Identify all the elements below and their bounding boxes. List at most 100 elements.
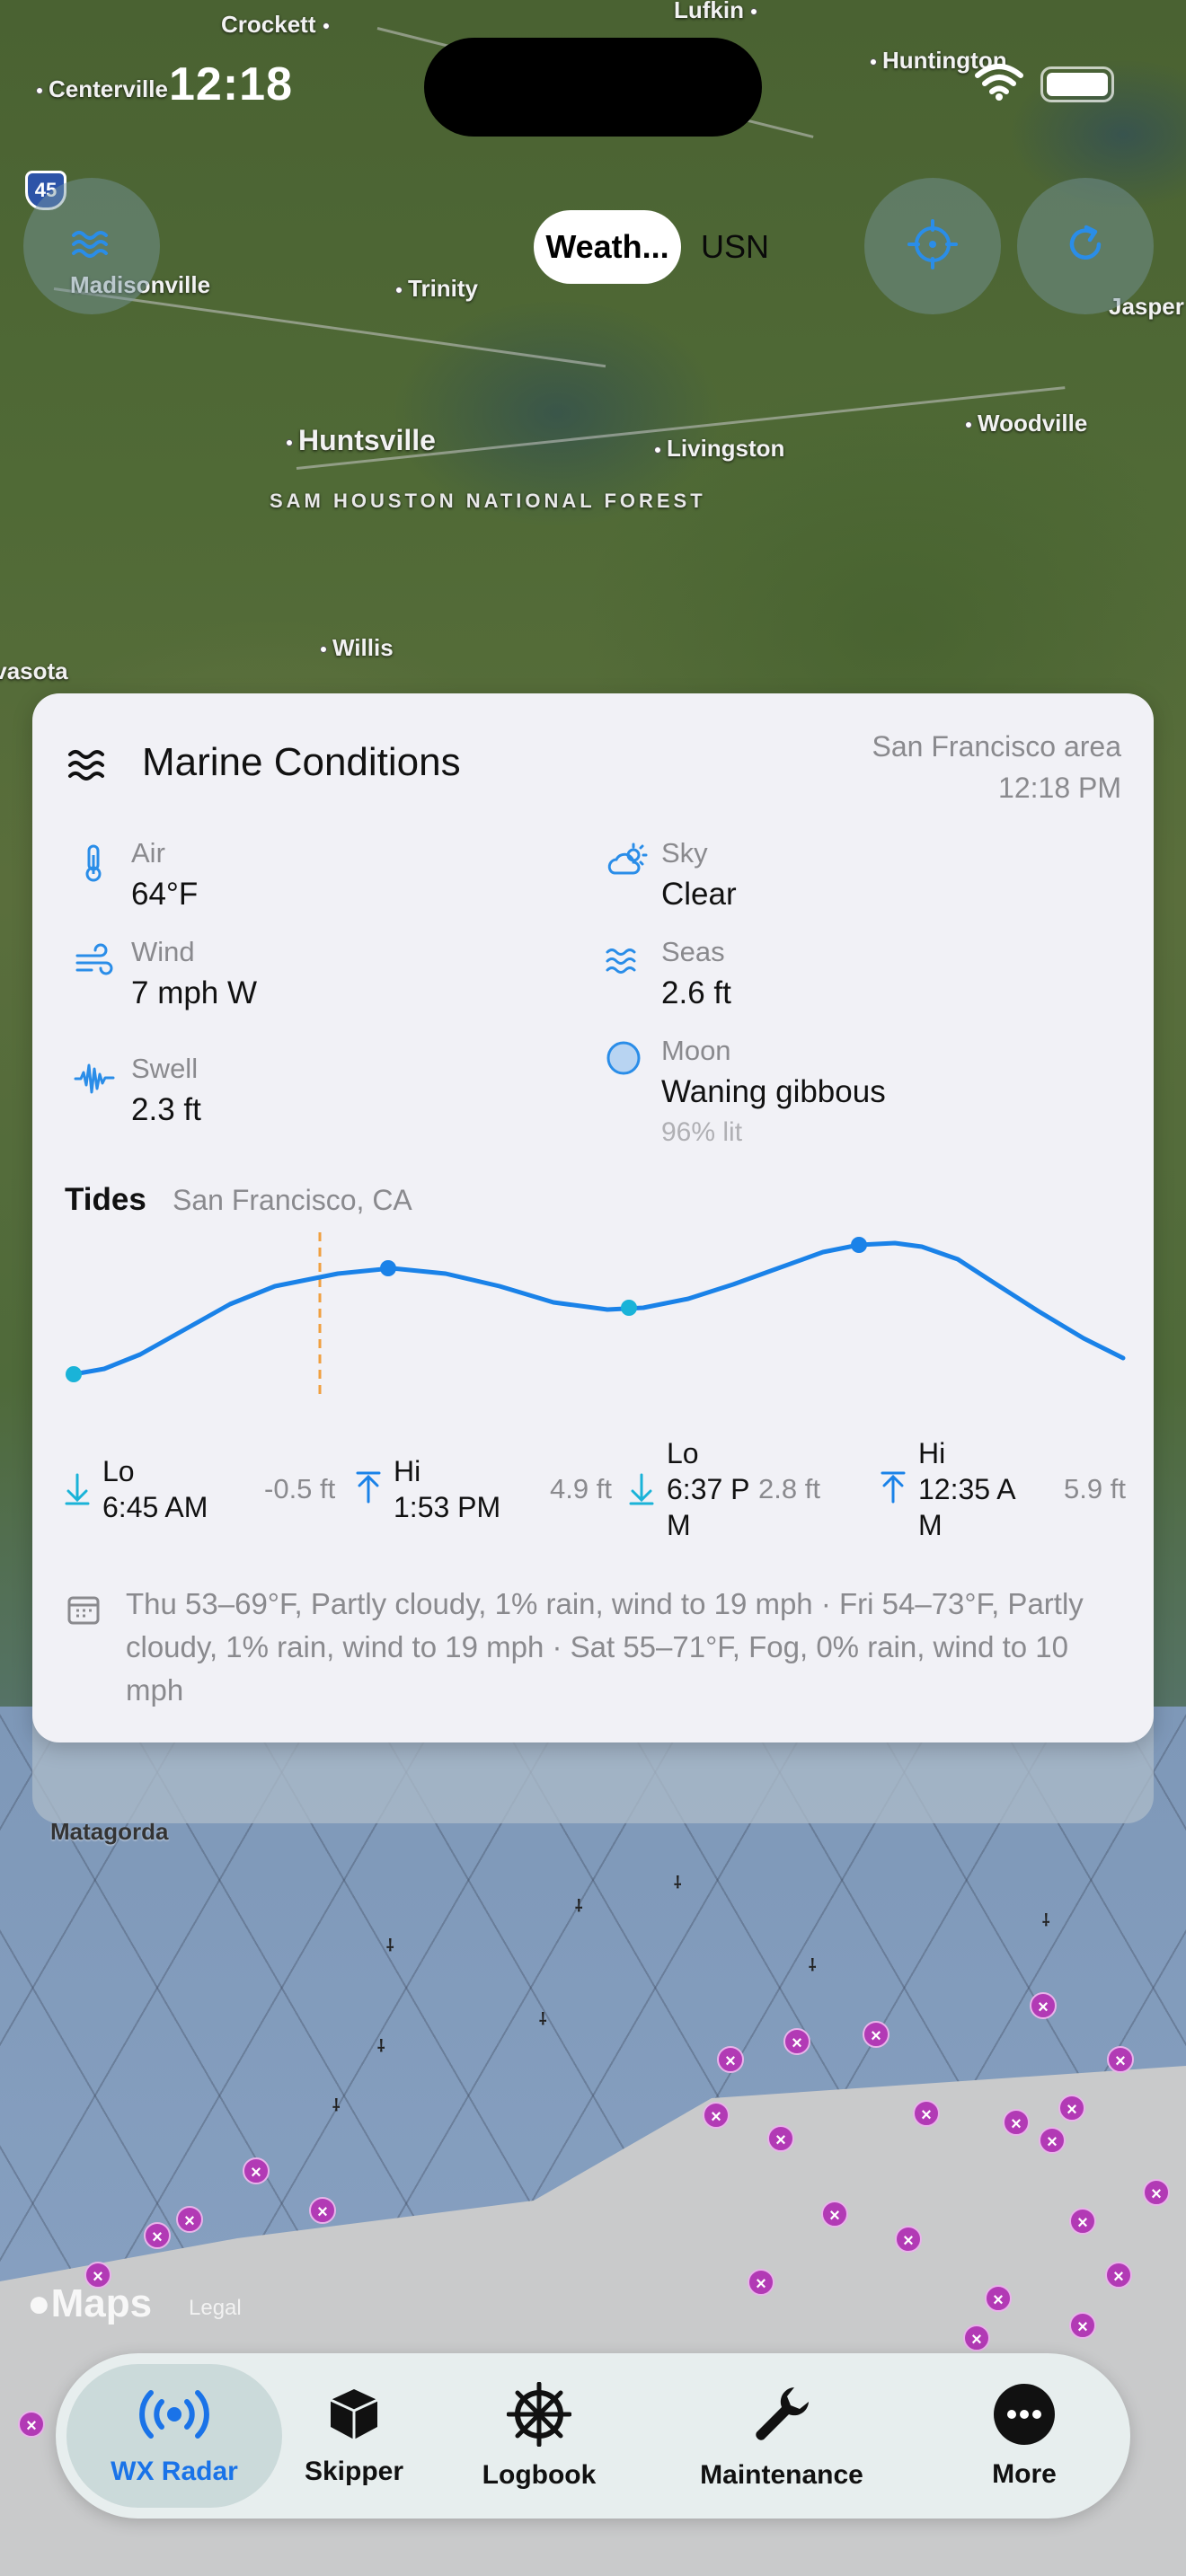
waves-icon bbox=[70, 226, 113, 267]
map-marker[interactable]: × bbox=[1107, 2046, 1134, 2073]
segment-usn[interactable]: USN bbox=[701, 210, 769, 284]
wrench-icon bbox=[749, 2382, 814, 2451]
wifi-icon bbox=[974, 63, 1024, 105]
anchorage-mark: ⸸ bbox=[575, 1897, 583, 1915]
place-label: Navasota bbox=[0, 657, 68, 684]
tide-event-height: -0.5 ft bbox=[264, 1473, 336, 1504]
map-marker[interactable]: × bbox=[1039, 2127, 1066, 2154]
forecast-text: Thu 53–69°F, Partly cloudy, 1% rain, win… bbox=[126, 1587, 1084, 1707]
cube-icon bbox=[325, 2386, 383, 2448]
radar-icon bbox=[133, 2386, 216, 2448]
map-marker[interactable]: × bbox=[176, 2206, 203, 2233]
map-marker[interactable]: × bbox=[1143, 2179, 1170, 2206]
map-marker[interactable]: × bbox=[1105, 2262, 1132, 2289]
map-marker[interactable]: × bbox=[18, 2411, 45, 2438]
tide-event-height: 5.9 ft bbox=[1064, 1473, 1126, 1504]
map-marker[interactable]: × bbox=[144, 2222, 171, 2249]
condition-value: Waning gibbous bbox=[661, 1074, 886, 1109]
arrow-up-icon bbox=[879, 1471, 907, 1510]
map-marker[interactable]: × bbox=[783, 2028, 810, 2055]
place-label: Centerville bbox=[36, 75, 168, 103]
calendar-icon bbox=[66, 1593, 101, 1630]
tab-label: WX Radar bbox=[111, 2456, 238, 2486]
tide-extreme-point bbox=[851, 1237, 867, 1253]
ellipsis-icon bbox=[993, 2383, 1056, 2450]
map-marker[interactable]: × bbox=[863, 2021, 890, 2048]
wind-icon bbox=[74, 941, 115, 983]
helm-wheel-icon bbox=[506, 2381, 572, 2451]
map-marker[interactable]: × bbox=[963, 2325, 990, 2351]
map-marker[interactable]: × bbox=[748, 2269, 774, 2296]
refresh-button[interactable] bbox=[1017, 178, 1154, 314]
status-icons bbox=[974, 63, 1114, 105]
refresh-icon bbox=[1063, 222, 1108, 271]
map-marker[interactable]: × bbox=[243, 2157, 270, 2184]
tide-event-label: Lo 6:45 AM bbox=[102, 1455, 208, 1523]
map-marker[interactable]: × bbox=[1069, 2208, 1096, 2235]
tab-skipper[interactable]: Skipper bbox=[273, 2364, 435, 2508]
tide-chart[interactable] bbox=[32, 1232, 1154, 1439]
map-marker[interactable]: × bbox=[821, 2201, 848, 2228]
tide-event-height: 4.9 ft bbox=[550, 1473, 612, 1504]
condition-value: Clear bbox=[661, 877, 737, 912]
partly-sunny-icon bbox=[604, 842, 648, 884]
place-label: SAM HOUSTON NATIONAL FOREST bbox=[270, 489, 703, 514]
locate-button[interactable] bbox=[864, 178, 1001, 314]
condition-value: 2.3 ft bbox=[131, 1092, 201, 1127]
tides-location: San Francisco, CA bbox=[173, 1184, 412, 1216]
map-marker[interactable]: × bbox=[1003, 2109, 1030, 2136]
tide-extreme-point bbox=[621, 1300, 637, 1316]
map-marker[interactable]: × bbox=[985, 2285, 1012, 2312]
map-marker[interactable]: × bbox=[913, 2100, 940, 2127]
moon-icon bbox=[604, 1040, 645, 1081]
dynamic-island bbox=[424, 38, 762, 137]
tab-label: Skipper bbox=[304, 2456, 404, 2486]
condition-label: Moon bbox=[661, 1035, 731, 1066]
map-marker[interactable]: × bbox=[703, 2102, 730, 2129]
status-time: 12:18 bbox=[169, 58, 293, 110]
waves-icon bbox=[66, 745, 111, 790]
tab-logbook[interactable]: Logbook bbox=[458, 2364, 620, 2508]
apple-icon: ● bbox=[27, 2281, 51, 2325]
tab-bar: WX Radar Skipper Logbook Maintenance Mor… bbox=[56, 2353, 1130, 2519]
map-marker[interactable]: × bbox=[1030, 1992, 1057, 2019]
tide-event-label: Hi 1:53 PM bbox=[394, 1455, 501, 1523]
panel-location: San Francisco area 12:18 PM bbox=[872, 726, 1121, 808]
panel-time: 12:18 PM bbox=[998, 772, 1121, 804]
thermometer-icon bbox=[74, 842, 115, 884]
arrow-down-icon bbox=[627, 1471, 656, 1510]
anchorage-mark: ⸸ bbox=[809, 1956, 817, 1974]
place-label: Lufkin bbox=[674, 0, 763, 24]
condition-label: Swell bbox=[131, 1053, 199, 1084]
map-marker[interactable]: × bbox=[717, 2046, 744, 2073]
maps-logo: ●Maps bbox=[27, 2281, 153, 2325]
map-marker[interactable]: × bbox=[895, 2226, 922, 2253]
tab-maintenance[interactable]: Maintenance bbox=[683, 2364, 881, 2508]
tide-event-height: 2.8 ft bbox=[758, 1473, 820, 1504]
place-label: Livingston bbox=[654, 435, 784, 463]
place-label: Trinity bbox=[395, 275, 478, 303]
anchorage-mark: ⸸ bbox=[674, 1874, 682, 1892]
layers-button[interactable] bbox=[23, 178, 160, 314]
tab-wx-radar[interactable]: WX Radar bbox=[66, 2364, 282, 2508]
map-marker[interactable]: × bbox=[1069, 2312, 1096, 2339]
map-marker[interactable]: × bbox=[767, 2125, 794, 2152]
place-label: Woodville bbox=[965, 410, 1087, 437]
condition-label: Wind bbox=[131, 936, 195, 967]
map-marker[interactable]: × bbox=[309, 2197, 336, 2224]
condition-label: Seas bbox=[661, 936, 725, 967]
battery-icon bbox=[1040, 66, 1114, 102]
condition-value: 7 mph W bbox=[131, 975, 258, 1010]
map-marker[interactable]: × bbox=[1058, 2095, 1085, 2122]
arrow-up-icon bbox=[354, 1471, 383, 1510]
anchorage-mark: ⸸ bbox=[1042, 1911, 1050, 1929]
tab-more[interactable]: More bbox=[934, 2364, 1114, 2508]
anchorage-mark: ⸸ bbox=[386, 1936, 394, 1954]
place-label: Huntsville bbox=[286, 424, 436, 457]
segment-weather[interactable]: Weath... bbox=[534, 210, 681, 284]
legal-link[interactable]: Legal bbox=[189, 2296, 242, 2321]
waves-icon bbox=[604, 941, 645, 983]
tide-event-label: Hi 12:35 A M bbox=[918, 1437, 1016, 1541]
panel-title: Marine Conditions bbox=[142, 740, 461, 784]
anchorage-mark: ⸸ bbox=[377, 2037, 385, 2055]
